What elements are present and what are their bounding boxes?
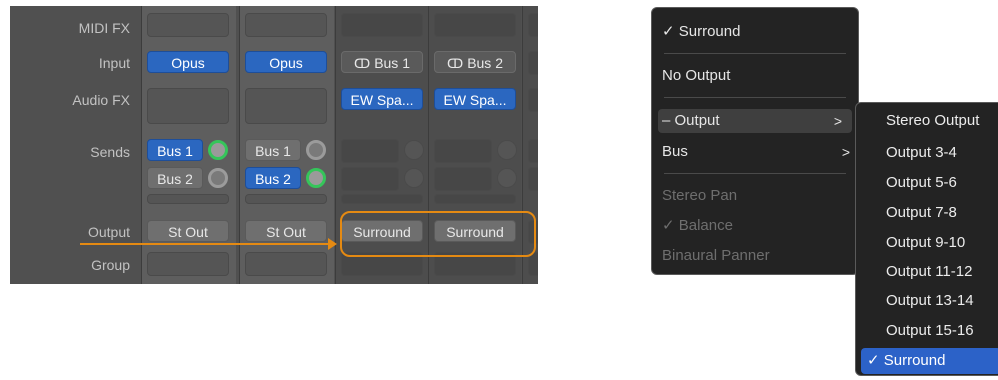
- input-button[interactable]: ↀ Bus 1: [341, 51, 423, 73]
- submenu-item-output-5-6[interactable]: Output 5-6: [886, 173, 957, 193]
- send-1-button[interactable]: Bus 1: [147, 139, 203, 161]
- row-label-audio-fx: Audio FX: [72, 92, 130, 108]
- send-slot-empty[interactable]: [434, 167, 492, 191]
- midi-fx-slot[interactable]: [245, 13, 327, 37]
- row-label-sends: Sends: [90, 144, 130, 160]
- midi-fx-slot[interactable]: [147, 13, 229, 37]
- annotation-arrow-head: [328, 238, 337, 250]
- send-knob-empty[interactable]: [404, 168, 424, 188]
- group-slot[interactable]: [147, 252, 229, 276]
- submenu-item-output-9-10[interactable]: Output 9-10: [886, 233, 965, 253]
- send-slot-empty[interactable]: [528, 167, 538, 191]
- input-slot[interactable]: [528, 51, 538, 75]
- menu-item-label: Output: [674, 112, 720, 129]
- send-1-level-knob[interactable]: [208, 140, 228, 160]
- submenu-item-label: Surround: [883, 352, 946, 369]
- dash-icon: –: [662, 112, 671, 129]
- submenu-item-stereo-output[interactable]: Stereo Output: [886, 111, 979, 131]
- menu-separator: [664, 53, 846, 54]
- menu-item-label: Balance: [678, 217, 733, 234]
- audio-fx-slot[interactable]: [147, 88, 229, 124]
- annotation-highlight-box: [340, 211, 536, 257]
- menu-item-binaural-panner[interactable]: Binaural Panner: [662, 246, 770, 266]
- menu-item-stereo-pan[interactable]: Stereo Pan: [662, 186, 737, 206]
- submenu-item-output-11-12[interactable]: Output 11-12: [886, 262, 972, 282]
- submenu-item-output-13-14[interactable]: Output 13-14: [886, 291, 974, 311]
- audio-fx-plugin-button[interactable]: EW Spa...: [434, 88, 516, 110]
- input-label: Bus 1: [374, 55, 410, 71]
- menu-item-no-output[interactable]: No Output: [662, 66, 730, 86]
- menu-item-output[interactable]: – Output >: [658, 109, 852, 133]
- chevron-right-icon: >: [841, 144, 850, 160]
- send-slot-empty[interactable]: [147, 194, 229, 204]
- midi-fx-slot[interactable]: [528, 13, 538, 37]
- group-slot[interactable]: [245, 252, 327, 276]
- send-knob-empty[interactable]: [497, 168, 517, 188]
- menu-item-bus[interactable]: Bus >: [662, 142, 850, 162]
- menu-separator: [664, 97, 846, 98]
- output-context-menu: ✓ Surround No Output – Output > Bus > St…: [651, 7, 859, 275]
- audio-fx-plugin-button[interactable]: EW Spa...: [341, 88, 423, 110]
- stereo-link-icon: ↀ: [447, 56, 464, 71]
- row-label-output: Output: [87, 224, 130, 240]
- send-slot-empty[interactable]: [341, 139, 399, 163]
- check-icon: ✓: [662, 217, 675, 234]
- row-label-input: Input: [98, 55, 130, 71]
- send-slot-empty[interactable]: [434, 194, 516, 204]
- stereo-link-icon: ↀ: [354, 56, 371, 71]
- input-button[interactable]: ↀ Bus 2: [434, 51, 516, 73]
- annotation-arrow-line: [80, 243, 330, 245]
- output-submenu: Stereo Output Output 3-4 Output 5-6 Outp…: [855, 102, 998, 376]
- input-button[interactable]: Opus: [147, 51, 229, 73]
- output-button[interactable]: St Out: [147, 220, 229, 242]
- send-slot-empty[interactable]: [341, 194, 423, 204]
- menu-item-balance[interactable]: ✓ Balance: [662, 216, 733, 236]
- chevron-right-icon: >: [833, 113, 842, 129]
- send-knob-empty[interactable]: [497, 140, 517, 160]
- send-2-level-knob[interactable]: [208, 168, 228, 188]
- send-slot-empty[interactable]: [434, 139, 492, 163]
- menu-item-label: Surround: [678, 23, 741, 40]
- send-1-button[interactable]: Bus 1: [245, 139, 301, 161]
- send-2-button[interactable]: Bus 2: [147, 167, 203, 189]
- send-slot-empty[interactable]: [245, 194, 327, 204]
- send-knob-empty[interactable]: [404, 140, 424, 160]
- menu-item-label: Bus: [662, 143, 688, 160]
- send-1-level-knob[interactable]: [306, 140, 326, 160]
- row-label-midi-fx: MIDI FX: [78, 20, 130, 36]
- submenu-item-output-7-8[interactable]: Output 7-8: [886, 203, 957, 223]
- check-icon: ✓: [662, 23, 675, 40]
- row-label-group: Group: [91, 257, 130, 273]
- check-icon: ✓: [867, 352, 880, 369]
- submenu-item-surround[interactable]: ✓ Surround: [861, 348, 998, 374]
- input-label: Bus 2: [467, 55, 503, 71]
- menu-separator: [664, 173, 846, 174]
- send-slot-empty[interactable]: [528, 139, 538, 163]
- send-slot-empty[interactable]: [341, 167, 399, 191]
- midi-fx-slot[interactable]: [434, 13, 516, 37]
- output-button[interactable]: St Out: [245, 220, 327, 242]
- send-2-button[interactable]: Bus 2: [245, 167, 301, 189]
- input-button[interactable]: Opus: [245, 51, 327, 73]
- submenu-item-output-3-4[interactable]: Output 3-4: [886, 143, 957, 163]
- mixer-panel: MIDI FX Input Audio FX Sends Output Grou…: [10, 6, 538, 284]
- menu-item-surround[interactable]: ✓ Surround: [662, 22, 740, 42]
- submenu-item-output-15-16[interactable]: Output 15-16: [886, 321, 974, 341]
- audio-fx-slot[interactable]: [245, 88, 327, 124]
- midi-fx-slot[interactable]: [341, 13, 423, 37]
- send-2-level-knob[interactable]: [306, 168, 326, 188]
- audio-fx-slot[interactable]: [528, 88, 538, 112]
